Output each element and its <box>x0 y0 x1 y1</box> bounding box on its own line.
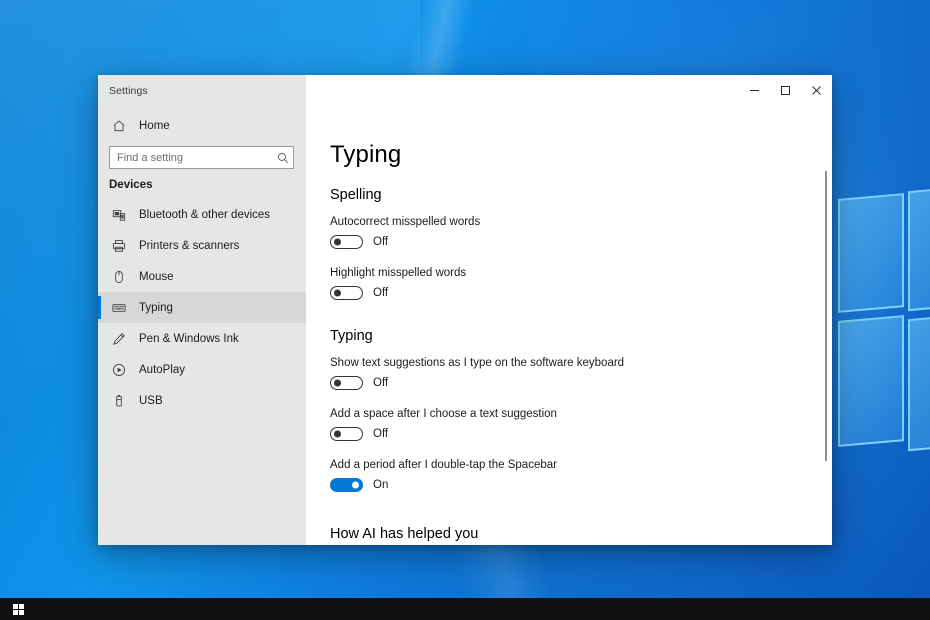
search-icon[interactable] <box>277 152 289 164</box>
sidebar-item-home[interactable]: Home <box>98 111 306 141</box>
toggle-knob <box>334 289 341 297</box>
sidebar-item-label: USB <box>139 394 163 407</box>
toggle-knob <box>334 379 341 387</box>
setting-highlight-misspelled-words: Highlight misspelled words Off <box>330 267 832 300</box>
toggle-knob <box>334 430 341 438</box>
sidebar-item-pen-windows-ink[interactable]: Pen & Windows Ink <box>98 323 306 354</box>
sidebar-item-mouse[interactable]: Mouse <box>98 261 306 292</box>
toggle-row: Off <box>330 235 832 249</box>
keyboard-icon <box>108 301 130 315</box>
start-button[interactable] <box>0 598 36 620</box>
toggle-state-label: Off <box>373 428 389 440</box>
window-title: Settings <box>109 85 148 97</box>
windows-logo-pane-bottom-right <box>908 312 930 452</box>
printer-icon <box>108 239 130 253</box>
sidebar-item-label: Typing <box>139 301 173 314</box>
page-title: Typing <box>330 141 402 168</box>
sidebar-item-label: Printers & scanners <box>139 239 240 252</box>
sidebar: Home Devices <box>98 107 306 545</box>
sidebar-item-home-label: Home <box>139 120 170 132</box>
toggle-knob <box>352 481 359 489</box>
minimize-button[interactable] <box>739 75 770 105</box>
content-scroll-area[interactable]: Typing Spelling Autocorrect misspelled w… <box>306 107 832 545</box>
autocorrect-misspelled-words-toggle[interactable] <box>330 235 363 249</box>
desktop: Settings Home Find a setting Devices Blu… <box>0 0 930 620</box>
sidebar-item-label: AutoPlay <box>139 363 186 376</box>
toggle-state-label: On <box>373 479 389 491</box>
toggle-row: Off <box>330 427 832 441</box>
home-icon <box>108 119 130 133</box>
scrollbar-thumb[interactable] <box>825 171 827 461</box>
window-controls <box>739 75 832 105</box>
title-bar-left: Settings <box>98 75 306 107</box>
show-text-suggestions-toggle[interactable] <box>330 376 363 390</box>
toggle-knob <box>334 238 341 246</box>
toggle-state-label: Off <box>373 377 389 389</box>
sidebar-item-label: Mouse <box>139 270 174 283</box>
section-heading-spelling: Spelling <box>330 187 382 203</box>
add-period-after-double-tap-toggle[interactable] <box>330 478 363 492</box>
close-button[interactable] <box>801 75 832 105</box>
windows-logo-pane-top-left <box>838 193 904 313</box>
sidebar-item-label: Pen & Windows Ink <box>139 332 239 345</box>
setting-label: Autocorrect misspelled words <box>330 216 481 228</box>
setting-label: Add a period after I double-tap the Spac… <box>330 459 557 471</box>
search-input[interactable] <box>117 151 277 164</box>
windows-logo-pane-top-right <box>908 184 930 312</box>
title-bar[interactable]: Settings <box>98 75 832 107</box>
bluetooth-devices-icon <box>108 208 130 222</box>
toggle-row: On <box>330 478 832 492</box>
pen-icon <box>108 332 130 346</box>
setting-label: Highlight misspelled words <box>330 267 467 279</box>
sidebar-item-autoplay[interactable]: AutoPlay <box>98 354 306 385</box>
window-body: Home Devices <box>98 107 832 545</box>
ai-section: How AI has helped you Typing insights <box>330 526 832 545</box>
settings-content: Typing Spelling Autocorrect misspelled w… <box>306 107 832 545</box>
content-scrollbar[interactable] <box>820 107 832 545</box>
toggle-state-label: Off <box>373 287 389 299</box>
sidebar-item-usb[interactable]: USB <box>98 385 306 416</box>
autoplay-icon <box>108 363 130 377</box>
setting-show-text-suggestions: Show text suggestions as I type on the s… <box>330 357 832 390</box>
section-heading-typing: Typing <box>330 328 373 344</box>
setting-autocorrect-misspelled-words: Autocorrect misspelled words Off <box>330 216 832 249</box>
toggle-state-label: Off <box>373 236 389 248</box>
toggle-row: Off <box>330 376 832 390</box>
search-box[interactable] <box>109 146 294 169</box>
highlight-misspelled-words-toggle[interactable] <box>330 286 363 300</box>
setting-add-period-after-double-tap: Add a period after I double-tap the Spac… <box>330 459 832 492</box>
mouse-icon <box>108 270 130 284</box>
sidebar-item-typing[interactable]: Typing <box>98 292 306 323</box>
toggle-row: Off <box>330 286 832 300</box>
title-bar-drag-area[interactable] <box>306 75 739 107</box>
taskbar <box>0 598 930 620</box>
sidebar-item-label: Bluetooth & other devices <box>139 208 271 221</box>
sidebar-item-bluetooth-other-devices[interactable]: Bluetooth & other devices <box>98 199 306 230</box>
setting-add-space-after-suggestion: Add a space after I choose a text sugges… <box>330 408 832 441</box>
maximize-button[interactable] <box>770 75 801 105</box>
sidebar-item-printers-scanners[interactable]: Printers & scanners <box>98 230 306 261</box>
settings-window: Settings Home Find a setting Devices Blu… <box>98 75 832 545</box>
setting-label: Add a space after I choose a text sugges… <box>330 408 557 420</box>
windows-logo-pane-bottom-left <box>838 315 904 447</box>
add-space-after-suggestion-toggle[interactable] <box>330 427 363 441</box>
sidebar-group-heading: Devices <box>109 179 153 191</box>
search-container <box>98 146 306 169</box>
windows-logo-icon <box>12 603 24 615</box>
section-heading-how-ai-has-helped-you: How AI has helped you <box>330 526 479 542</box>
setting-label: Show text suggestions as I type on the s… <box>330 357 625 369</box>
usb-icon <box>108 394 130 408</box>
